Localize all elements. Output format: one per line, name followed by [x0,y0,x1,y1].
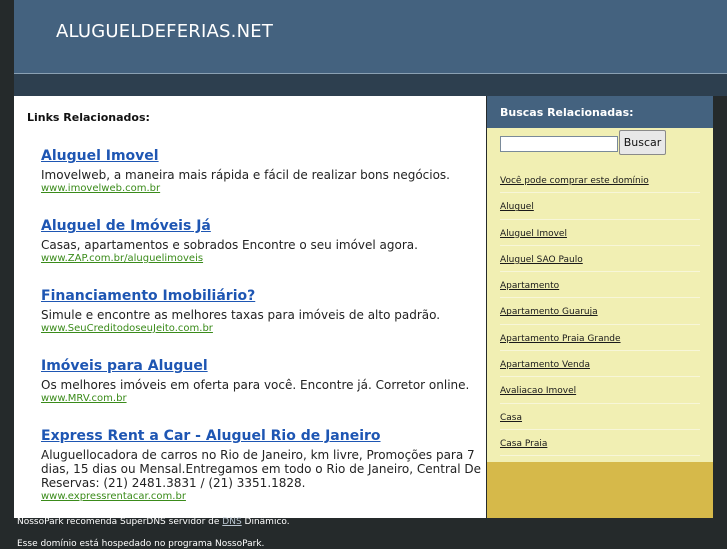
ad-url-link[interactable]: www.expressrentacar.com.br [41,491,481,503]
related-search-list: Você pode comprar este domínio Aluguel A… [500,167,700,457]
list-item: Você pode comprar este domínio [500,167,700,194]
list-item: Casa Praia [500,430,700,457]
search-button[interactable]: Buscar [619,130,666,155]
ad-description: Os melhores imóveis em oferta para você.… [41,378,470,392]
ad-item: Aluguel de Imóveis Já Casas, apartamento… [41,218,481,265]
ad-url-link[interactable]: www.ZAP.com.br/aluguelimoveis [41,253,481,265]
ad-url-link[interactable]: www.SeuCreditodoseuJeito.com.br [41,323,481,335]
related-search-link[interactable]: Apartamento Guaruja [500,298,700,317]
related-search-link[interactable]: Apartamento Praia Grande [500,325,700,344]
ad-item: Aluguel Imovel Imovelweb, a maneira mais… [41,148,481,195]
list-item: Aluguel Imovel [500,220,700,246]
related-search-link[interactable]: Aluguel Imovel [500,220,700,239]
list-item: Aluguel SAO Paulo [500,246,700,273]
ad-description: Simule e encontre as melhores taxas para… [41,308,441,322]
ad-description: Casas, apartamentos e sobrados Encontre … [41,238,418,252]
related-search-link[interactable]: Aluguel SAO Paulo [500,246,700,265]
related-search-link[interactable]: Apartamento Venda [500,351,700,370]
ad-item: Financiamento Imobiliário? Simule e enco… [41,288,481,335]
list-item: Aluguel [500,193,700,220]
ad-item: Express Rent a Car - Aluguel Rio de Jane… [41,428,481,503]
ad-title-link[interactable]: Aluguel de Imóveis Já [41,218,481,235]
sidebar: Buscas Relacionadas: Buscar Você pode co… [487,96,713,518]
related-search-link[interactable]: Casa [500,404,700,423]
ad-title-link[interactable]: Financiamento Imobiliário? [41,288,481,305]
related-search-link[interactable]: Apartamento [500,272,700,291]
related-search-link[interactable]: Avaliacao Imovel [500,377,700,396]
ad-description: Aluguellocadora de carros no Rio de Jane… [41,448,482,490]
related-search-link[interactable]: Casa Praia [500,430,700,449]
site-title: ALUGUELDEFERIAS.NET [56,21,274,42]
main-content: Links Relacionados: Aluguel Imovel Imove… [14,96,486,518]
ad-url-link[interactable]: www.imovelweb.com.br [41,183,481,195]
header-bar: ALUGUELDEFERIAS.NET [14,0,727,73]
ad-title-link[interactable]: Imóveis para Aluguel [41,358,481,375]
ad-description: Imovelweb, a maneira mais rápida e fácil… [41,168,450,182]
list-item: Avaliacao Imovel [500,377,700,404]
list-item: Apartamento Venda [500,351,700,378]
sidebar-footer-band [487,462,713,518]
footer-note: NossoPark recomenda SuperDNS servidor de… [17,516,290,528]
header-lower-band [14,74,727,96]
list-item: Apartamento [500,272,700,299]
list-item: Apartamento Praia Grande [500,325,700,352]
footer-text: Dinâmico. [241,517,290,527]
footer-hosting-note: Esse domínio está hospedado no programa … [17,539,265,549]
dns-link[interactable]: DNS [222,517,241,527]
ad-url-link[interactable]: www.MRV.com.br [41,393,481,405]
related-search-link[interactable]: Aluguel [500,193,700,212]
ad-title-link[interactable]: Aluguel Imovel [41,148,481,165]
ad-item: Imóveis para Aluguel Os melhores imóveis… [41,358,481,405]
footer-text: NossoPark recomenda SuperDNS servidor de [17,517,223,527]
related-search-link[interactable]: Você pode comprar este domínio [500,167,700,186]
list-item: Apartamento Guaruja [500,298,700,325]
sidebar-title: Buscas Relacionadas: [500,106,634,119]
links-section-title: Links Relacionados: [27,111,150,124]
list-item: Casa [500,404,700,430]
sidebar-header: Buscas Relacionadas: [487,96,713,128]
search-input[interactable] [500,136,618,152]
ad-title-link[interactable]: Express Rent a Car - Aluguel Rio de Jane… [41,428,481,445]
